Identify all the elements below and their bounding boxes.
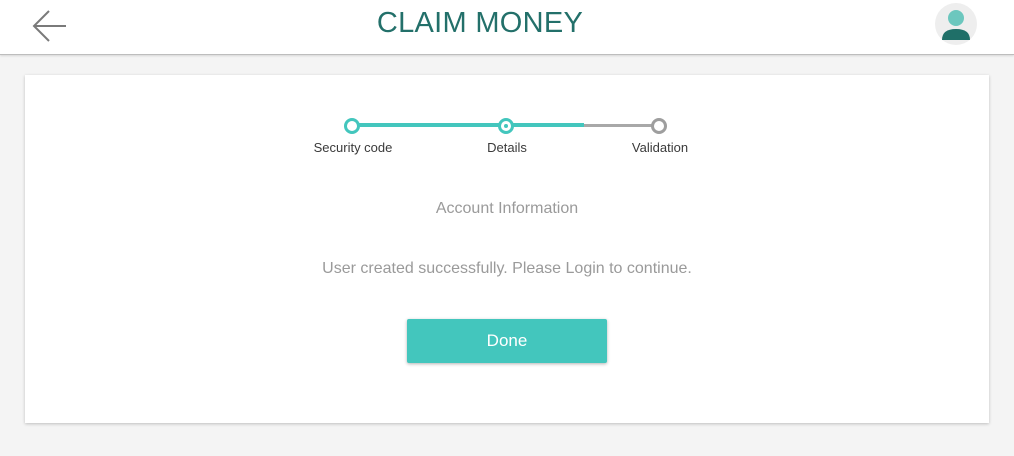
step-dot-details [498, 118, 514, 134]
step-label-security-code: Security code [313, 140, 393, 155]
page-title: CLAIM MONEY [376, 7, 584, 39]
stepper-track-completed [358, 123, 584, 127]
section-title: Account Information [435, 200, 579, 217]
claim-card: Security code Details Validation Account… [25, 75, 989, 423]
progress-stepper: Security code Details Validation [25, 75, 989, 175]
user-avatar-button[interactable] [934, 2, 978, 46]
step-dot-validation [651, 118, 667, 134]
step-label-validation: Validation [631, 140, 689, 155]
done-button[interactable]: Done [407, 319, 607, 363]
step-dot-security-code [344, 118, 360, 134]
step-label-details: Details [487, 140, 527, 155]
stepper-track-pending [584, 124, 660, 127]
user-avatar-icon [935, 3, 977, 45]
success-message: User created successfully. Please Login … [322, 260, 692, 277]
app-header: CLAIM MONEY [0, 0, 1014, 55]
